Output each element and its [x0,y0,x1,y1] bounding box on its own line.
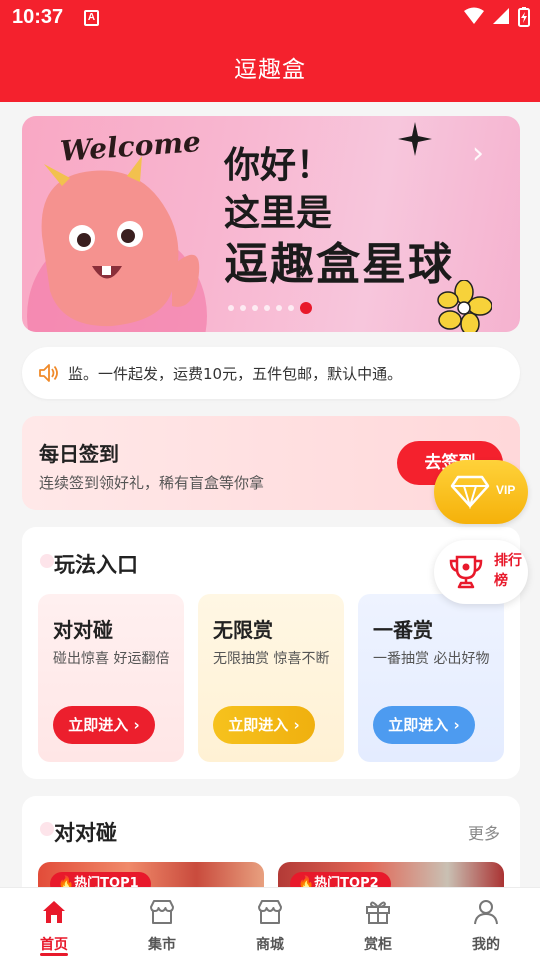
sparkle-icon [398,122,432,156]
diamond-icon [450,475,490,509]
promo-banner[interactable]: Welcome 你好！ 这里是 逗趣盒星球 › [22,116,520,332]
active-indicator [40,953,68,956]
tile-title: 对对碰 [53,618,113,642]
nav-item-cabinet[interactable]: 赏柜 [324,888,432,960]
banner-next-icon[interactable]: › [472,136,484,171]
banner-line-1: 你好！ [224,145,333,186]
tile-title: 无限赏 [213,618,273,642]
flower-icon [437,280,492,332]
tile-wuxianshang[interactable]: 无限赏 无限抽赏 惊喜不断 立即进入 › [198,594,344,762]
signin-title: 每日签到 [39,442,119,466]
pagination-dot[interactable] [288,305,294,311]
nav-item-market[interactable]: 集市 [108,888,216,960]
tile-yifanshang[interactable]: 一番赏 一番抽赏 必出好物 立即进入 › [358,594,504,762]
nav-item-profile[interactable]: 我的 [432,888,540,960]
system-icons [464,7,530,27]
ranking-float-button[interactable]: 排行榜 [434,540,528,604]
wifi-icon [464,7,484,24]
tile-enter-button[interactable]: 立即进入 › [53,706,155,744]
section-dot [40,554,54,568]
nav-label: 首页 [40,937,68,953]
speaker-icon [39,364,58,382]
user-icon [474,900,498,925]
battery-icon [518,7,530,27]
nav-label: 集市 [148,937,176,953]
vip-float-button[interactable]: VIP [434,460,528,524]
pagination-dot[interactable] [228,305,234,311]
vip-label: VIP [496,483,516,497]
tile-desc: 一番抽赏 必出好物 [373,651,490,667]
tile-enter-button[interactable]: 立即进入 › [373,706,475,744]
market-icon [150,900,174,924]
pagination-dot-active[interactable] [300,302,312,314]
more-link[interactable]: 更多 [468,820,500,844]
gift-icon [366,901,390,924]
duiduipeng-section-title: 对对碰 [54,821,117,845]
tile-desc: 无限抽赏 惊喜不断 [213,651,330,667]
nav-item-home[interactable]: 首页 [0,888,108,960]
pagination-dot[interactable] [276,305,282,311]
tile-duiduipeng[interactable]: 对对碰 碰出惊喜 好运翻倍 立即进入 › [38,594,184,762]
top-bar: 10:37 A 逗趣盒 [0,0,540,102]
pagination-dot[interactable] [252,305,258,311]
bottom-nav: 首页 集市 商城 赏柜 我的 [0,887,540,960]
page-title: 逗趣盒 [234,57,306,83]
home-icon [43,901,65,923]
nav-item-shop[interactable]: 商城 [216,888,324,960]
ranking-label: 排行榜 [494,553,522,589]
tile-enter-button[interactable]: 立即进入 › [213,706,315,744]
status-bar: 10:37 A [0,0,540,36]
tile-title: 一番赏 [373,618,433,642]
notice-bar[interactable]: 监。一件起发，运费10元，五件包邮，默认中通。 [22,347,520,399]
tile-desc: 碰出惊喜 好运翻倍 [53,651,170,667]
pagination-dot[interactable] [264,305,270,311]
notification-icon: A [84,10,99,26]
status-time: 10:37 [12,6,64,28]
banner-pagination [228,302,312,314]
nav-label: 赏柜 [364,937,392,953]
nav-label: 我的 [472,937,500,953]
section-dot [40,822,54,836]
play-section-title: 玩法入口 [54,553,138,577]
signal-icon [493,8,509,24]
pagination-dot[interactable] [240,305,246,311]
banner-line-3: 逗趣盒星球 [224,239,454,290]
notice-text: 监。一件起发，运费10元，五件包邮，默认中通。 [68,364,403,383]
signin-subtitle: 连续签到领好礼，稀有盲盒等你拿 [39,474,265,492]
trophy-icon [449,555,483,589]
shop-icon [258,900,282,924]
nav-label: 商城 [256,937,284,953]
